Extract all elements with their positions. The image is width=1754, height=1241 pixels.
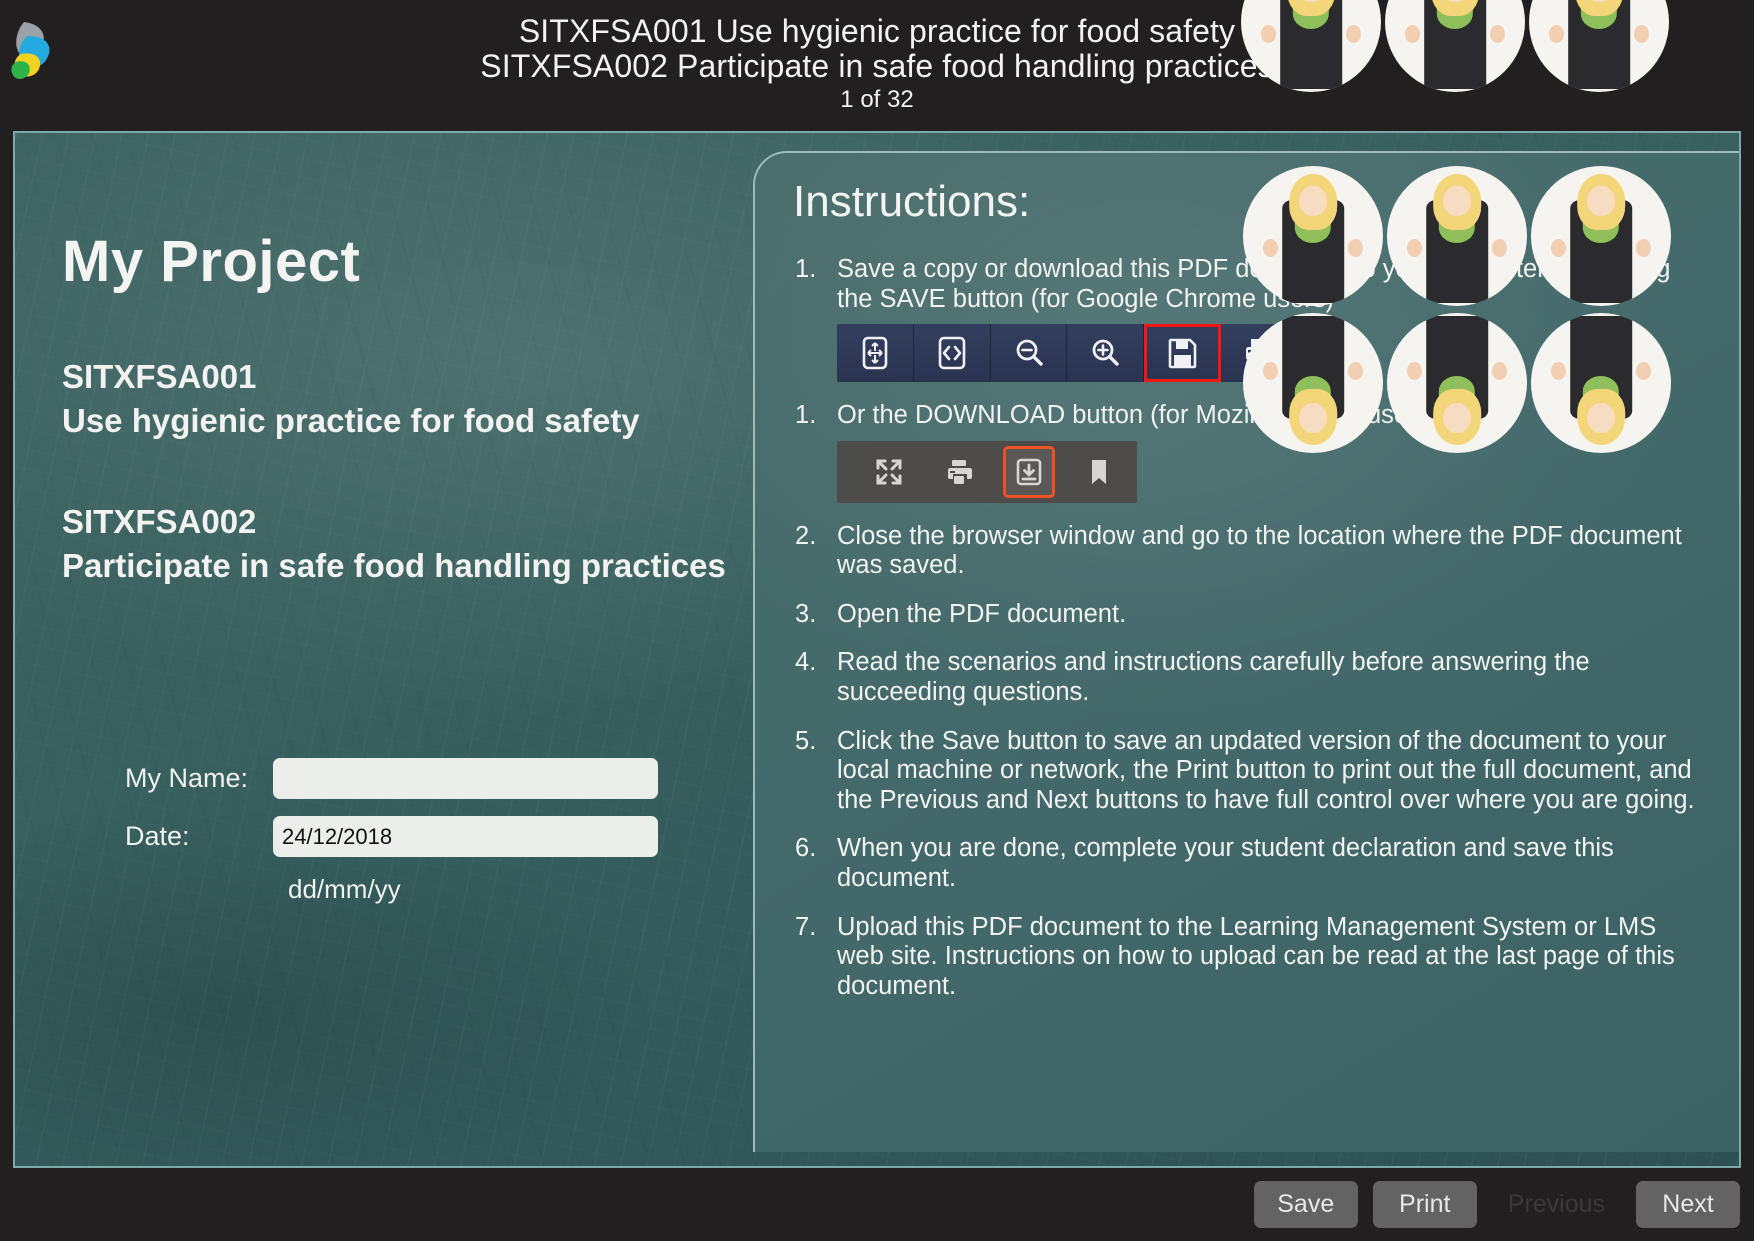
slide-canvas: My Project SITXFSA001 Use hygienic pract… — [13, 131, 1741, 1168]
slide-left-column: My Project SITXFSA001 Use hygienic pract… — [15, 133, 751, 1166]
unit-block-1: SITXFSA001 Use hygienic practice for foo… — [62, 355, 751, 442]
bookmark-icon[interactable] — [1075, 448, 1123, 496]
instructions-panel: Instructions: Save a copy or download th… — [753, 151, 1739, 1152]
instruction-text: Or the DOWNLOAD button (for Mozilla Fire… — [837, 401, 1438, 430]
header-unit-line-1: SITXFSA001 Use hygienic practice for foo… — [518, 13, 1236, 49]
instruction-text: Upload this PDF document to the Learning… — [837, 912, 1675, 1000]
student-form: My Name: Date: dd/mm/yy — [125, 758, 725, 905]
fit-width-icon[interactable] — [913, 324, 991, 383]
zoom-out-icon[interactable] — [990, 324, 1068, 383]
instruction-text: Save a copy or download this PDF documen… — [837, 255, 1671, 313]
chrome-pdf-toolbar — [837, 324, 1297, 383]
fit-page-icon[interactable] — [837, 324, 914, 383]
unit-name: Participate in safe food handling practi… — [62, 546, 726, 584]
presentation-viewer: SITXFSA001 Use hygienic practice for foo… — [0, 0, 1754, 1241]
list-item: Upload this PDF document to the Learning… — [793, 913, 1709, 1002]
list-item: Read the scenarios and instructions care… — [793, 648, 1709, 707]
next-button[interactable]: Next — [1636, 1181, 1740, 1228]
fullscreen-icon[interactable] — [865, 448, 913, 496]
previous-button: Previous — [1492, 1181, 1621, 1228]
date-label: Date: — [125, 821, 190, 851]
instruction-text: Read the scenarios and instructions care… — [837, 648, 1590, 707]
save-button[interactable]: Save — [1253, 1181, 1358, 1228]
list-item: When you are done, complete your student… — [793, 834, 1709, 893]
navigation-buttons: Save Print Previous Next — [1253, 1181, 1740, 1228]
list-item: Open the PDF document. — [793, 600, 1709, 630]
date-format-hint: dd/mm/yy — [288, 874, 401, 904]
instructions-list: Save a copy or download this PDF documen… — [793, 255, 1709, 1001]
save-floppy-icon[interactable] — [1144, 324, 1222, 383]
header-unit-line-2: SITXFSA002 Participate in safe food hand… — [480, 47, 1274, 84]
name-label: My Name: — [125, 763, 249, 793]
instructions-heading: Instructions: — [793, 177, 1031, 226]
firefox-pdf-toolbar — [837, 440, 1137, 503]
list-item-unnumbered: /* keep numbering aligned */ Or the DOWN… — [793, 401, 1709, 503]
page-title: My Project — [62, 229, 361, 294]
unit-code: SITXFSA002 — [62, 503, 257, 541]
footer-bar: Save Print Previous Next — [0, 1168, 1754, 1241]
print-icon[interactable] — [935, 448, 983, 496]
unit-block-2: SITXFSA002 Participate in safe food hand… — [62, 500, 751, 587]
name-input[interactable] — [273, 758, 658, 799]
list-item: Save a copy or download this PDF documen… — [793, 255, 1709, 383]
unit-name: Use hygienic practice for food safety — [62, 401, 640, 439]
header-title-block: SITXFSA001 Use hygienic practice for foo… — [0, 14, 1754, 113]
date-form-row: Date: — [125, 816, 725, 857]
page-indicator: 1 of 32 — [840, 86, 914, 114]
instruction-text: Click the Save button to save an updated… — [837, 726, 1695, 814]
date-input[interactable] — [273, 816, 658, 857]
print-icon[interactable] — [1221, 324, 1297, 383]
print-button[interactable]: Print — [1372, 1181, 1477, 1228]
instruction-text: When you are done, complete your student… — [837, 834, 1614, 892]
download-icon[interactable] — [1003, 445, 1055, 498]
unit-code: SITXFSA001 — [62, 358, 257, 395]
list-item: Close the browser window and go to the l… — [793, 522, 1709, 581]
list-item: Click the Save button to save an updated… — [793, 727, 1709, 816]
name-form-row: My Name: — [125, 758, 725, 799]
instruction-text: Close the browser window and go to the l… — [837, 521, 1682, 580]
app-header: SITXFSA001 Use hygienic practice for foo… — [0, 0, 1754, 131]
zoom-in-icon[interactable] — [1067, 324, 1145, 383]
instruction-text: Open the PDF document. — [837, 599, 1127, 628]
